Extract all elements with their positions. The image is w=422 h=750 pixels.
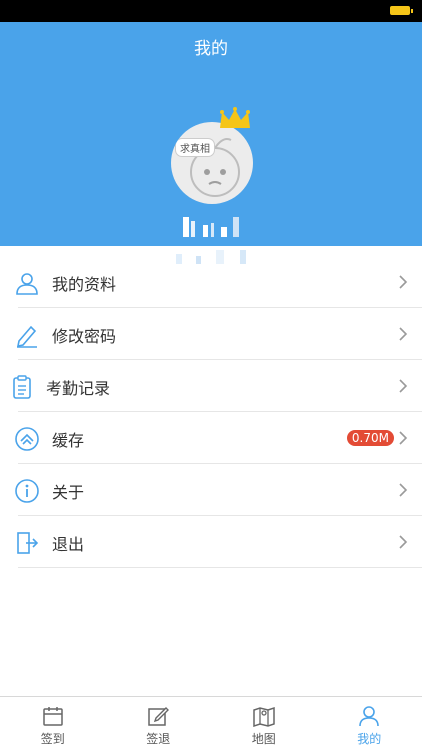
avatar-face-icon bbox=[190, 138, 240, 197]
pencil-icon bbox=[16, 325, 37, 348]
tab-label-mine: 我的 bbox=[357, 732, 382, 746]
menu-item-cache[interactable]: 缓存 0.70M bbox=[0, 412, 422, 464]
menu-item-logout[interactable]: 退出 bbox=[0, 516, 422, 568]
avatar[interactable]: 求真相 bbox=[171, 107, 253, 204]
menu-label-about: 关于 bbox=[52, 483, 85, 502]
username-redacted bbox=[183, 217, 239, 237]
menu-label-logout: 退出 bbox=[52, 535, 85, 554]
person-icon bbox=[359, 706, 380, 727]
menu-label-cache: 缓存 bbox=[52, 431, 85, 450]
avatar-caption: 求真相 bbox=[175, 138, 215, 157]
battery-icon bbox=[390, 6, 413, 15]
profile-header: 我的 求真相 bbox=[0, 22, 422, 264]
chevron-right-icon bbox=[399, 275, 408, 289]
chevron-right-icon bbox=[399, 483, 408, 497]
chevron-right-icon bbox=[399, 379, 408, 393]
tab-check-in[interactable]: 签到 bbox=[0, 697, 106, 750]
menu-item-change-password[interactable]: 修改密码 bbox=[0, 308, 422, 360]
tab-check-out[interactable]: 签退 bbox=[106, 697, 212, 750]
tab-label-map: 地图 bbox=[251, 732, 276, 746]
user-icon bbox=[16, 273, 38, 295]
bottom-tab-bar: 签到 签退 地图 我的 bbox=[0, 696, 422, 750]
divider bbox=[18, 567, 422, 568]
chevron-right-icon bbox=[399, 431, 408, 445]
crown-icon bbox=[220, 107, 250, 128]
tab-map[interactable]: 地图 bbox=[211, 697, 317, 750]
logout-icon bbox=[17, 532, 39, 554]
page-title: 我的 bbox=[194, 39, 228, 59]
info-icon bbox=[15, 479, 39, 503]
cache-size-badge: 0.70M bbox=[346, 430, 394, 446]
chevron-right-icon bbox=[399, 327, 408, 341]
tab-mine[interactable]: 我的 bbox=[317, 697, 422, 750]
status-bar bbox=[0, 0, 422, 22]
chevron-right-icon bbox=[399, 535, 408, 549]
menu-label-profile: 我的资料 bbox=[52, 275, 117, 294]
cache-icon bbox=[15, 427, 39, 451]
avatar-image: 求真相 bbox=[171, 122, 253, 204]
menu-item-profile[interactable]: 我的资料 bbox=[0, 256, 422, 308]
settings-menu: 我的资料 修改密码 考勤记录 缓存 0.70M 关于 退出 bbox=[0, 256, 422, 568]
menu-item-attendance[interactable]: 考勤记录 bbox=[0, 360, 422, 412]
calendar-icon bbox=[43, 707, 63, 726]
tab-label-check-out: 签退 bbox=[146, 732, 171, 746]
menu-label-attendance: 考勤记录 bbox=[46, 379, 111, 398]
clipboard-icon bbox=[13, 375, 31, 399]
edit-icon bbox=[148, 707, 170, 726]
map-icon bbox=[253, 706, 275, 727]
menu-item-about[interactable]: 关于 bbox=[0, 464, 422, 516]
menu-label-change-password: 修改密码 bbox=[52, 327, 117, 346]
tab-label-check-in: 签到 bbox=[40, 732, 65, 746]
